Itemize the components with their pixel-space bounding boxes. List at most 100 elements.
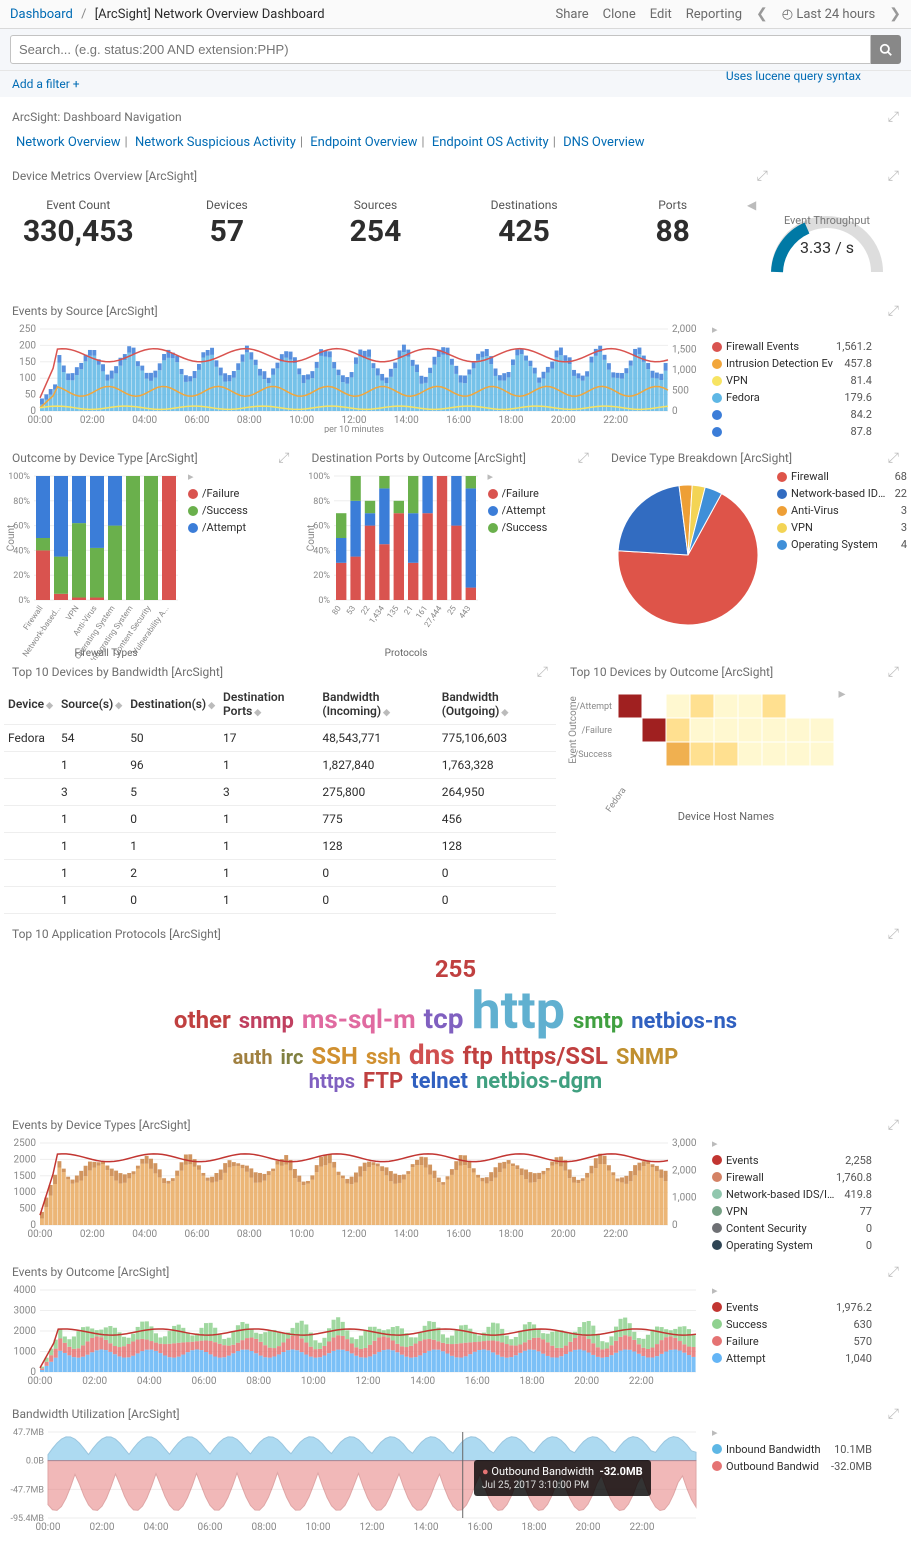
legend-item[interactable]: Operating System4 [777, 538, 907, 551]
legend-item[interactable]: Content Security0 [712, 1222, 872, 1235]
wordcloud-word[interactable]: auth [229, 1046, 277, 1068]
edit-button[interactable]: Edit [650, 7, 672, 22]
table-row[interactable]: 19611,827,8401,763,328 [4, 752, 556, 779]
legend-item[interactable]: /Failure [188, 487, 268, 500]
table-header[interactable]: Device◆ [4, 684, 57, 725]
table-header[interactable]: Destination(s)◆ [126, 684, 219, 725]
chart-heatmap[interactable]: /Attempt/Failure/SuccessEvent OutcomeFed… [562, 684, 852, 854]
wordcloud[interactable]: 255 othersnmpms-sql-mtcphttpsmtpnetbios-n… [4, 946, 907, 1105]
wordcloud-word[interactable]: telnet [407, 1070, 472, 1094]
expand-icon[interactable]: ⤢ [888, 1406, 899, 1422]
wordcloud-word[interactable]: 255 [431, 956, 480, 982]
chart-events-by-source[interactable]: 05010015020025005001,0001,5002,00000:000… [4, 323, 704, 433]
wordcloud-word[interactable]: ssh [362, 1046, 405, 1070]
table-header[interactable]: Source(s)◆ [57, 684, 126, 725]
legend-item[interactable]: VPN81.4 [712, 374, 872, 387]
legend-item[interactable]: Attempt1,040 [712, 1352, 872, 1365]
table-row[interactable]: 353275,800264,950 [4, 779, 556, 806]
time-next-icon[interactable]: ❯ [889, 6, 901, 22]
expand-icon[interactable]: ⤢ [888, 664, 899, 680]
share-button[interactable]: Share [556, 7, 589, 22]
wordcloud-word[interactable]: tcp [420, 1004, 468, 1035]
legend-item[interactable]: /Success [488, 521, 568, 534]
timerange-picker[interactable]: ◴ Last 24 hours [782, 7, 876, 22]
expand-icon[interactable]: ⤢ [888, 303, 899, 319]
navlink[interactable]: DNS Overview [563, 135, 644, 150]
chart-outcome-by-device[interactable]: 0%20%40%60%80%100%FirewallNetwork-based.… [4, 470, 184, 660]
table-row[interactable]: 10100 [4, 887, 556, 914]
table-row[interactable]: 101775456 [4, 806, 556, 833]
expand-icon[interactable]: ⤢ [888, 450, 899, 466]
wordcloud-word[interactable]: netbios-ns [627, 1010, 741, 1034]
wordcloud-word[interactable]: smtp [569, 1010, 627, 1034]
table-header[interactable]: Destination Ports◆ [219, 684, 318, 725]
wordcloud-word[interactable]: netbios-dgm [472, 1070, 606, 1094]
legend-item[interactable]: Firewall Events1,561.2 [712, 340, 872, 353]
expand-icon[interactable]: ⤢ [278, 450, 289, 466]
wordcloud-word[interactable]: FTP [359, 1070, 407, 1094]
search-input[interactable] [10, 35, 871, 64]
wordcloud-word[interactable]: other [170, 1007, 235, 1033]
wordcloud-word[interactable]: SNMP [612, 1046, 683, 1070]
add-filter-button[interactable]: Add a filter + [12, 77, 80, 91]
expand-icon[interactable]: ⤢ [537, 664, 548, 680]
legend-item[interactable]: Fedora179.6 [712, 391, 872, 404]
wordcloud-word[interactable]: ms-sql-m [298, 1006, 420, 1035]
expand-icon[interactable]: ⤢ [888, 1264, 899, 1280]
table-row[interactable]: Fedora54501748,543,771775,106,603 [4, 725, 556, 752]
clone-button[interactable]: Clone [603, 7, 636, 22]
chart-events-outcome[interactable]: 0100020003000400000:0002:0004:0006:0008:… [4, 1284, 704, 1394]
expand-icon[interactable]: ⤢ [757, 168, 768, 184]
expand-icon[interactable]: ⤢ [888, 926, 899, 942]
wordcloud-word[interactable]: dns [405, 1040, 459, 1071]
wordcloud-word[interactable]: SSH [307, 1043, 362, 1069]
table-row[interactable]: 111128128 [4, 833, 556, 860]
navlink[interactable]: Network Overview [16, 135, 121, 150]
table-header[interactable]: Bandwidth (Outgoing)◆ [438, 684, 556, 725]
legend-item[interactable]: Success630 [712, 1318, 872, 1331]
table-header[interactable]: Bandwidth (Incoming)◆ [318, 684, 437, 725]
search-button[interactable] [871, 35, 901, 64]
chart-device-breakdown[interactable] [603, 470, 773, 640]
legend-item[interactable]: Anti-Virus3 [777, 504, 907, 517]
legend-item[interactable]: /Attempt [188, 521, 268, 534]
wordcloud-word[interactable]: https/SSL [497, 1043, 612, 1069]
legend-item[interactable]: Failure570 [712, 1335, 872, 1348]
legend-item[interactable]: /Success [188, 504, 268, 517]
legend-item[interactable]: Firewall1,760.8 [712, 1171, 872, 1184]
expand-icon[interactable]: ⤢ [888, 1117, 899, 1133]
legend-item[interactable]: Intrusion Detection Ev457.8 [712, 357, 872, 370]
expand-icon[interactable]: ⤢ [578, 450, 589, 466]
time-prev-icon[interactable]: ❮ [756, 6, 768, 22]
chart-dest-ports[interactable]: 0%20%40%60%80%100%8053221,4341352116127,… [304, 470, 484, 660]
legend-item[interactable]: Operating System0 [712, 1239, 872, 1252]
legend-item[interactable]: VPN77 [712, 1205, 872, 1218]
wordcloud-word[interactable]: snmp [235, 1010, 298, 1034]
wordcloud-word[interactable]: https [305, 1070, 359, 1092]
legend-item[interactable]: Inbound Bandwidth10.1MB [712, 1443, 872, 1456]
table-row[interactable]: 12100 [4, 860, 556, 887]
legend-item[interactable]: Outbound Bandwid-32.0MB [712, 1460, 872, 1473]
navlink[interactable]: Endpoint OS Activity [432, 135, 549, 150]
reporting-button[interactable]: Reporting [686, 7, 742, 22]
legend-item[interactable]: VPN3 [777, 521, 907, 534]
legend-item[interactable]: Events2,258 [712, 1154, 872, 1167]
wordcloud-word[interactable]: http [467, 982, 569, 1039]
legend-item[interactable]: 84.2 [712, 408, 872, 421]
chart-events-device-types[interactable]: 0500100015002000250001,0002,0003,00000:0… [4, 1137, 704, 1247]
legend-item[interactable]: Network-based IDS/IPS22 [777, 487, 907, 500]
wordcloud-word[interactable]: irc [277, 1046, 308, 1068]
breadcrumb-root[interactable]: Dashboard [10, 7, 73, 22]
legend-item[interactable]: /Attempt [488, 504, 568, 517]
expand-icon[interactable]: ⤢ [888, 168, 899, 184]
legend-item[interactable]: Events1,976.2 [712, 1301, 872, 1314]
query-syntax-hint[interactable]: Uses lucene query syntax [726, 69, 861, 83]
legend-item[interactable]: /Failure [488, 487, 568, 500]
legend-item[interactable]: Network-based IDS/IPS419.8 [712, 1188, 872, 1201]
chart-bandwidth-util[interactable]: 47.7MB0.0B-47.7MB-95.4MB00:0002:0004:000… [4, 1426, 704, 1536]
navlink[interactable]: Endpoint Overview [310, 135, 417, 150]
navlink[interactable]: Network Suspicious Activity [135, 135, 296, 150]
legend-item[interactable]: 87.8 [712, 425, 872, 438]
legend-item[interactable]: Firewall68 [777, 470, 907, 483]
expand-icon[interactable]: ⤢ [888, 109, 899, 125]
